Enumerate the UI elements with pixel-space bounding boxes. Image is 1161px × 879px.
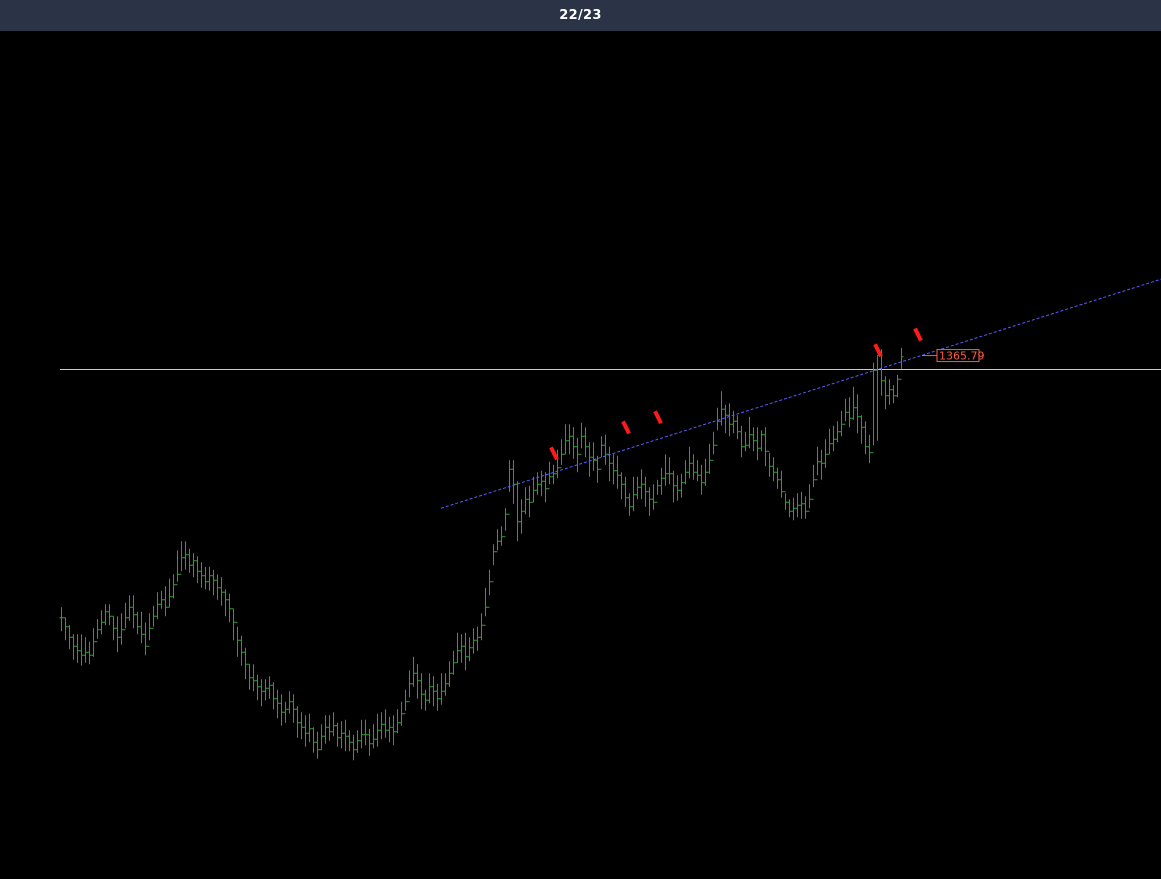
- price-chart: 1365.79: [0, 31, 1161, 879]
- page-header: 22/23: [0, 0, 1161, 31]
- chart-canvas: 1365.79: [0, 31, 1161, 879]
- page-indicator: 22/23: [559, 8, 602, 23]
- price-tag-value: 1365.79: [939, 350, 985, 363]
- chart-background: [0, 31, 1161, 879]
